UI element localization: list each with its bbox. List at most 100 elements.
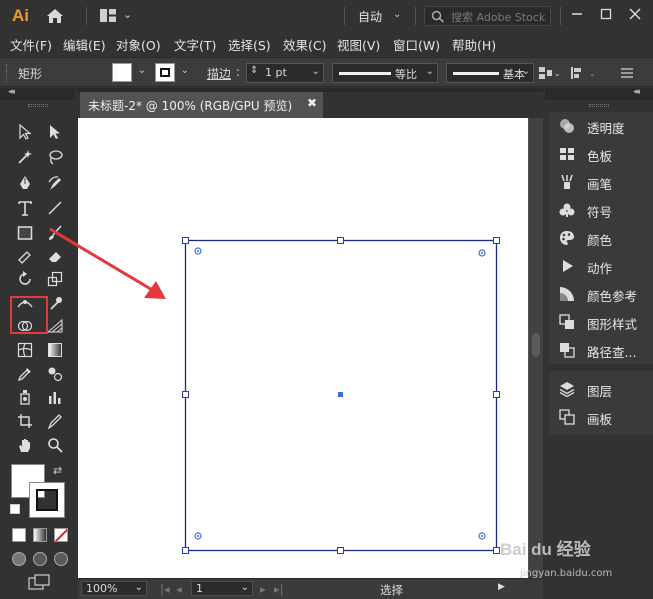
- swap-fill-stroke-icon[interactable]: ⇄: [53, 464, 62, 477]
- tools-panel-header[interactable]: ◂◂: [0, 87, 75, 100]
- stroke-color-swatch[interactable]: [29, 482, 65, 518]
- none-mode-icon[interactable]: [54, 528, 68, 542]
- color-mode-icon[interactable]: [12, 528, 26, 542]
- magic-wand-tool-icon[interactable]: [15, 147, 35, 167]
- stock-search-input[interactable]: 搜索 Adobe Stock: [424, 6, 551, 26]
- hand-tool-icon[interactable]: [15, 435, 35, 455]
- workspace-switcher[interactable]: 自动: [358, 8, 382, 25]
- menu-file[interactable]: 文件(F): [10, 35, 52, 54]
- default-colors-icon[interactable]: [10, 504, 20, 514]
- home-icon[interactable]: [46, 8, 64, 24]
- collapse-icon[interactable]: ◂◂: [8, 87, 15, 97]
- brush-definition[interactable]: 基本 ⌄: [446, 63, 534, 83]
- panel-swatches[interactable]: 色板: [549, 142, 653, 166]
- first-artboard-icon[interactable]: |◂: [160, 582, 170, 596]
- panel-transparency[interactable]: 透明度: [549, 114, 653, 138]
- menu-view[interactable]: 视图(V): [337, 35, 380, 54]
- draw-inside-icon[interactable]: [54, 552, 68, 566]
- minimize-button[interactable]: [562, 0, 592, 28]
- menu-edit[interactable]: 编辑(E): [63, 35, 106, 54]
- panel-menu-icon[interactable]: [620, 67, 634, 79]
- panel-pathfinder[interactable]: 路径查...: [549, 338, 653, 362]
- blend-tool-icon[interactable]: [45, 364, 65, 384]
- direct-selection-tool-icon[interactable]: [45, 122, 65, 142]
- align-icon[interactable]: ⌄: [570, 66, 600, 80]
- panel-color-guide[interactable]: 颜色参考: [549, 282, 653, 306]
- panel-symbols[interactable]: 符号: [549, 198, 653, 222]
- menu-effect[interactable]: 效果(C): [283, 35, 326, 54]
- eraser-tool-icon[interactable]: [45, 246, 65, 266]
- fill-swatch[interactable]: [112, 63, 132, 82]
- slice-tool-icon[interactable]: [45, 411, 65, 431]
- close-window-button[interactable]: [620, 0, 650, 28]
- canvas[interactable]: [78, 118, 543, 578]
- chevron-down-icon[interactable]: ⌄: [393, 9, 401, 20]
- stroke-label[interactable]: 描边: [207, 65, 231, 82]
- stepper-icon[interactable]: ⇕: [250, 65, 258, 76]
- paintbrush-tool-icon[interactable]: [45, 223, 65, 243]
- stroke-weight-value: 1 pt: [265, 66, 287, 79]
- menu-object[interactable]: 对象(O): [116, 35, 161, 54]
- stroke-weight-field[interactable]: ⇕ 1 pt ⌄: [246, 63, 324, 83]
- menu-type[interactable]: 文字(T): [174, 35, 216, 54]
- stroke-swatch[interactable]: [155, 63, 175, 82]
- draw-normal-icon[interactable]: [12, 552, 26, 566]
- artboard-number-field[interactable]: 1 ⌄: [191, 581, 253, 596]
- selection-tool-icon[interactable]: [15, 122, 35, 142]
- variable-width-profile[interactable]: 等比 ⌄: [332, 63, 438, 83]
- vertical-scrollbar[interactable]: [529, 118, 543, 578]
- symbol-sprayer-tool-icon[interactable]: [15, 387, 35, 407]
- curvature-tool-icon[interactable]: [45, 173, 65, 193]
- selected-rectangle[interactable]: [78, 118, 528, 578]
- type-tool-icon[interactable]: [15, 198, 35, 218]
- next-artboard-icon[interactable]: ▸: [260, 582, 266, 596]
- screen-mode-icon[interactable]: [28, 574, 50, 590]
- panel-layers[interactable]: 图层: [549, 377, 653, 401]
- lasso-tool-icon[interactable]: [45, 147, 65, 167]
- panel-brushes[interactable]: 画笔: [549, 170, 653, 194]
- style-icon[interactable]: ⌄: [538, 66, 560, 80]
- gradient-tool-icon[interactable]: [45, 340, 65, 360]
- arrange-documents-icon[interactable]: [100, 9, 116, 22]
- zoom-tool-icon[interactable]: [45, 435, 65, 455]
- grip[interactable]: [6, 64, 8, 82]
- stroke-dropdown[interactable]: ⌄: [176, 63, 192, 83]
- previous-artboard-icon[interactable]: ◂: [176, 582, 182, 596]
- menu-help[interactable]: 帮助(H): [452, 35, 496, 54]
- rotate-tool-icon[interactable]: [15, 269, 35, 289]
- scrollbar-thumb[interactable]: [532, 333, 540, 357]
- menu-select[interactable]: 选择(S): [228, 35, 271, 54]
- mesh-tool-icon[interactable]: [15, 340, 35, 360]
- panel-color[interactable]: 颜色: [549, 226, 653, 250]
- divider: [86, 7, 87, 25]
- close-tab-icon[interactable]: ✖: [307, 96, 317, 110]
- artboard-tool-icon[interactable]: [15, 411, 35, 431]
- line-segment-tool-icon[interactable]: [45, 198, 65, 218]
- zoom-field[interactable]: 100% ⌄: [81, 581, 147, 596]
- rectangle-tool-icon[interactable]: [15, 223, 35, 243]
- panel-artboards[interactable]: 画板: [549, 405, 653, 429]
- dock-header[interactable]: ◂◂: [545, 87, 653, 100]
- stroke-swatch-inner: [160, 68, 170, 77]
- tab-document[interactable]: 未标题-2* @ 100% (RGB/GPU 预览) ✖: [80, 92, 323, 118]
- grip[interactable]: [28, 104, 48, 107]
- shaper-tool-icon[interactable]: [15, 246, 35, 266]
- maximize-button[interactable]: [591, 0, 621, 28]
- eyedropper-tool-icon[interactable]: [15, 364, 35, 384]
- gradient-mode-icon[interactable]: [33, 528, 47, 542]
- perspective-grid-tool-icon[interactable]: [45, 316, 65, 336]
- draw-behind-icon[interactable]: [33, 552, 47, 566]
- menu-window[interactable]: 窗口(W): [393, 35, 440, 54]
- grip[interactable]: [589, 104, 609, 107]
- column-graph-tool-icon[interactable]: [45, 387, 65, 407]
- panel-actions[interactable]: 动作: [549, 254, 653, 278]
- panel-graphic-styles[interactable]: 图形样式: [549, 310, 653, 334]
- pen-tool-icon[interactable]: [15, 173, 35, 193]
- collapse-icon[interactable]: ◂◂: [633, 87, 640, 97]
- fill-dropdown[interactable]: ⌄: [133, 63, 149, 83]
- last-artboard-icon[interactable]: ▸|: [274, 582, 284, 596]
- puppet-warp-tool-icon[interactable]: [45, 293, 65, 313]
- scale-tool-icon[interactable]: [45, 269, 65, 289]
- chevron-down-icon[interactable]: ⌄: [123, 8, 135, 22]
- status-menu-arrow[interactable]: ▶: [498, 582, 505, 592]
